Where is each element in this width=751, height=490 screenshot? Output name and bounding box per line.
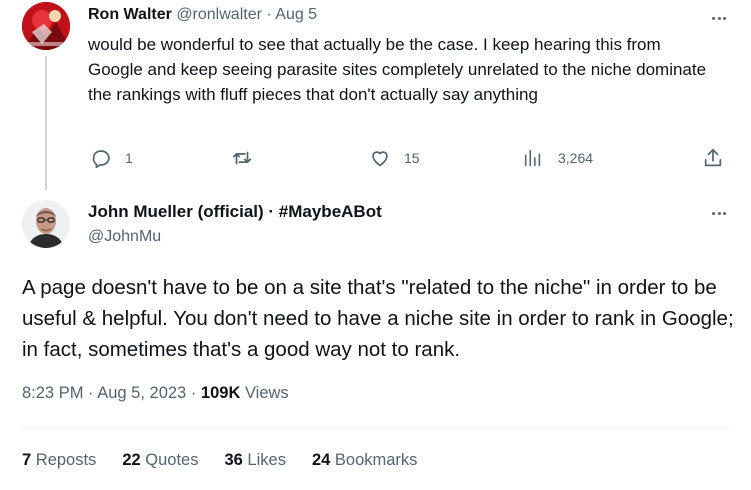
reply-avatar[interactable]: [22, 2, 70, 50]
engagement-stats: 7 Reposts 22 Quotes 36 Likes 24 Bookmark…: [22, 451, 417, 470]
views-action[interactable]: 3,264: [522, 146, 593, 170]
reply-action[interactable]: 1: [90, 146, 133, 170]
share-icon: [704, 148, 722, 167]
more-icon[interactable]: [709, 203, 729, 223]
likes-stat[interactable]: 36 Likes: [224, 451, 285, 470]
reply-icon: [92, 150, 110, 169]
reposts-label: Reposts: [35, 451, 97, 469]
reposts-stat[interactable]: 7 Reposts: [22, 451, 96, 470]
share-action[interactable]: [702, 146, 724, 170]
like-count: 15: [404, 150, 420, 166]
reply-separator: ·: [266, 6, 272, 23]
main-author-handle[interactable]: @JohnMu: [88, 228, 161, 246]
reply-text: would be wonderful to see that actually …: [88, 35, 707, 104]
reposts-count: 7: [22, 451, 32, 469]
main-avatar[interactable]: [22, 200, 70, 248]
main-author-name[interactable]: John Mueller (official) · #MaybeABot: [88, 202, 382, 222]
like-icon: [372, 151, 388, 167]
retweet-action[interactable]: [231, 146, 266, 170]
thread-line: [45, 56, 47, 190]
divider: [22, 428, 731, 429]
bookmarks-label: Bookmarks: [334, 451, 418, 469]
like-action[interactable]: 15: [369, 146, 420, 170]
quotes-count: 22: [122, 451, 141, 469]
views-count: 3,264: [558, 150, 594, 166]
views-label: Views: [244, 384, 289, 402]
views-total: 109K: [200, 384, 241, 402]
reply-date[interactable]: Aug 5: [275, 6, 317, 23]
main-text: A page doesn't have to be on a site that…: [22, 276, 734, 361]
likes-label: Likes: [247, 451, 286, 469]
more-icon[interactable]: [709, 8, 729, 28]
likes-count: 36: [224, 451, 243, 469]
meta-separator: ·: [88, 384, 94, 402]
bookmarks-count: 24: [311, 451, 331, 469]
tweet-date[interactable]: Aug 5, 2023: [97, 384, 186, 402]
reply-author-name[interactable]: Ron Walter: [88, 6, 172, 23]
reply-header: Ron Walter @ronlwalter · Aug 5: [88, 6, 317, 24]
meta-separator: ·: [190, 384, 197, 402]
reply-author-handle[interactable]: @ronlwalter: [176, 6, 262, 23]
quotes-stat[interactable]: 22 Quotes: [122, 451, 198, 470]
views-icon: [524, 149, 541, 167]
retweet-icon: [232, 151, 252, 165]
quotes-label: Quotes: [145, 451, 199, 469]
tweet-time[interactable]: 8:23 PM: [22, 384, 83, 402]
reply-count: 1: [125, 150, 133, 166]
tweet-meta: 8:23 PM · Aug 5, 2023 · 109K Views: [22, 384, 289, 403]
bookmarks-stat[interactable]: 24 Bookmarks: [312, 451, 417, 470]
